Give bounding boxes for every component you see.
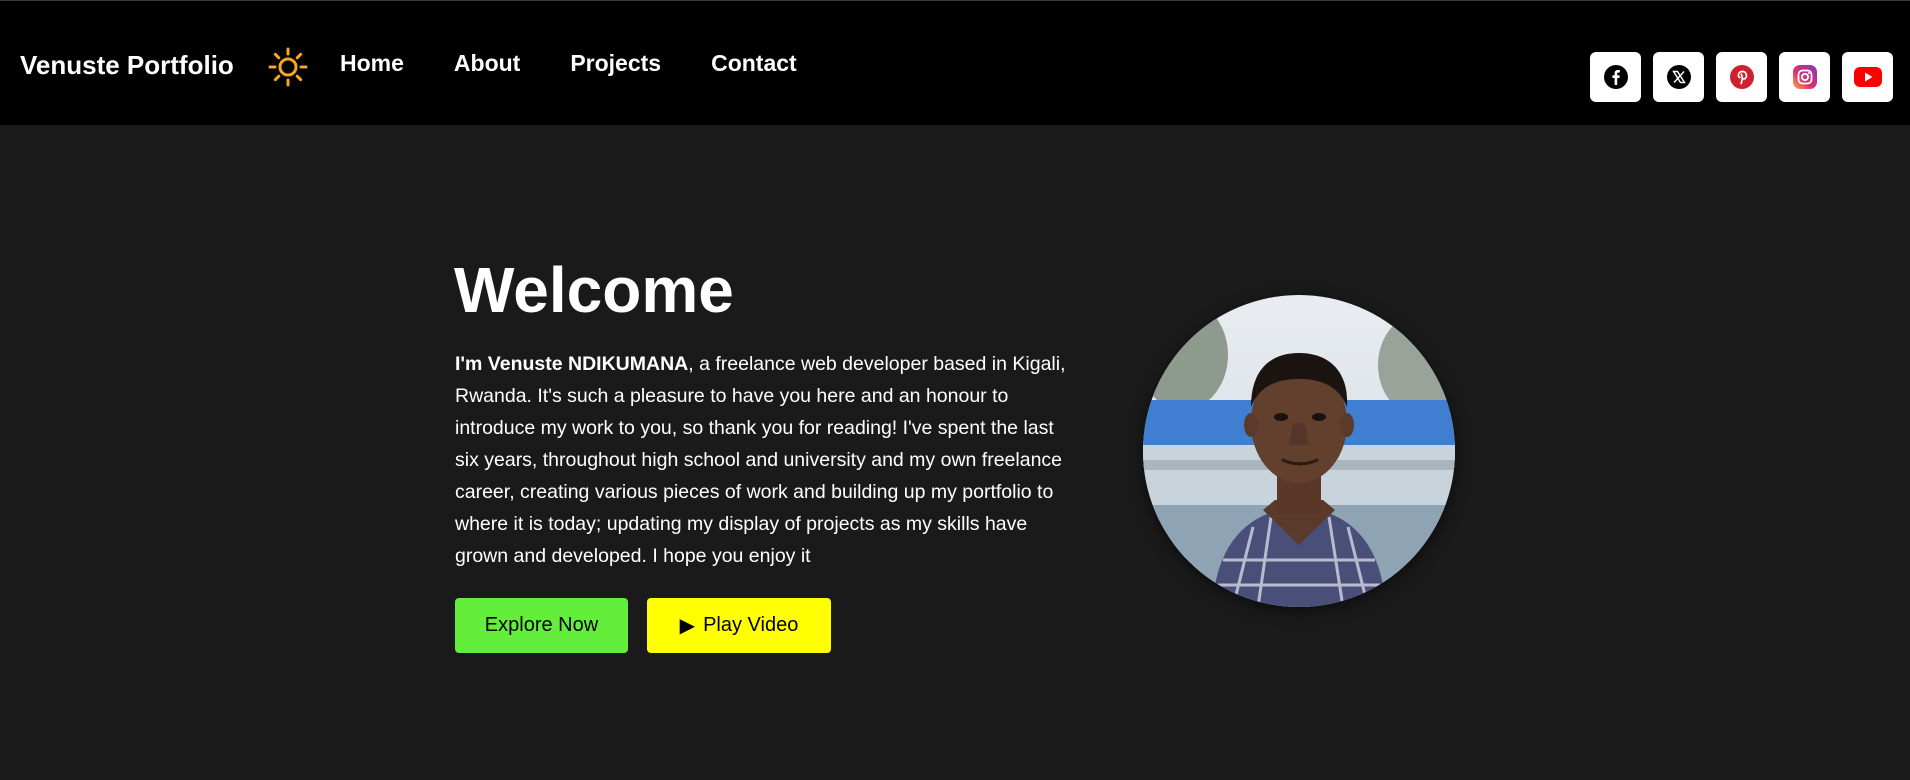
- social-links: [1590, 52, 1893, 102]
- nav-contact[interactable]: Contact: [711, 48, 797, 78]
- main-nav: Home About Projects Contact: [340, 48, 847, 78]
- nav-about[interactable]: About: [454, 48, 520, 78]
- play-video-label: Play Video: [703, 614, 799, 636]
- play-icon: ▶: [679, 615, 696, 637]
- nav-home[interactable]: Home: [340, 48, 404, 78]
- youtube-icon[interactable]: [1842, 52, 1893, 102]
- pinterest-icon[interactable]: [1716, 52, 1767, 102]
- sun-icon[interactable]: [268, 47, 308, 87]
- hero-intro: I'm Venuste NDIKUMANA, a freelance web d…: [455, 348, 1067, 572]
- intro-text: , a freelance web developer based in Kig…: [455, 353, 1066, 567]
- hero-title: Welcome: [454, 254, 734, 326]
- nav-projects[interactable]: Projects: [570, 48, 661, 78]
- site-brand[interactable]: Venuste Portfolio: [20, 49, 234, 81]
- hero-actions: Explore Now ▶ Play Video: [455, 598, 831, 653]
- instagram-icon[interactable]: [1779, 52, 1830, 102]
- explore-now-button[interactable]: Explore Now: [455, 598, 628, 653]
- intro-name: I'm Venuste NDIKUMANA: [455, 353, 689, 375]
- play-video-button[interactable]: ▶ Play Video: [647, 598, 831, 653]
- explore-now-label: Explore Now: [484, 614, 599, 636]
- profile-photo: [1143, 295, 1455, 607]
- site-header: Venuste Portfolio Home About Projects Co…: [0, 0, 1910, 125]
- facebook-icon[interactable]: [1590, 52, 1641, 102]
- x-twitter-icon[interactable]: [1653, 52, 1704, 102]
